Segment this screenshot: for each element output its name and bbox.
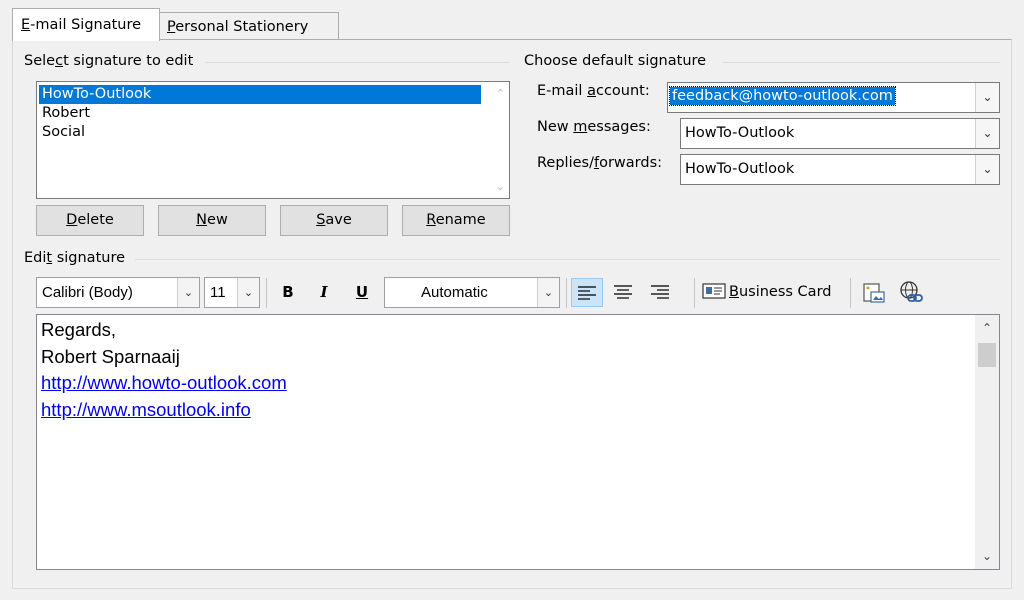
email-account-label: E-mail account: bbox=[537, 83, 650, 99]
label-accesskey: m bbox=[573, 119, 588, 135]
toolbar-separator bbox=[850, 278, 851, 308]
tab-label-accesskey: E bbox=[21, 17, 31, 33]
label-accesskey: a bbox=[587, 83, 596, 99]
button-accesskey: D bbox=[66, 212, 78, 228]
button-accesskey: R bbox=[426, 212, 436, 228]
group-divider bbox=[722, 62, 1000, 63]
tab-label: -mail Signature bbox=[30, 17, 142, 33]
chevron-down-icon[interactable]: ⌄ bbox=[975, 83, 999, 112]
button-accesskey: N bbox=[196, 212, 208, 228]
label-text: essages: bbox=[587, 119, 651, 135]
new-button[interactable]: New bbox=[158, 205, 266, 236]
font-value: Calibri (Body) bbox=[42, 284, 133, 301]
signature-list[interactable]: HowTo-Outlook Robert Social ⌃ ⌄ bbox=[36, 81, 510, 199]
font-color-select[interactable]: Automatic ⌄ bbox=[384, 277, 560, 308]
signature-item-robert[interactable]: Robert bbox=[39, 104, 93, 123]
align-center-icon bbox=[614, 285, 632, 299]
label-text: ccount: bbox=[595, 83, 650, 99]
heading-accesskey: c bbox=[55, 53, 64, 69]
email-account-value: feedback@howto-outlook.com bbox=[669, 86, 896, 106]
group-divider bbox=[205, 62, 510, 63]
font-size-value: 11 bbox=[210, 284, 226, 301]
scroll-down-icon[interactable]: ⌄ bbox=[496, 180, 505, 193]
scrollbar-thumb[interactable] bbox=[978, 343, 996, 367]
signature-item-social[interactable]: Social bbox=[39, 123, 88, 142]
email-account-select[interactable]: feedback@howto-outlook.com ⌄ bbox=[667, 82, 1000, 113]
new-messages-label: New messages: bbox=[537, 119, 651, 135]
replies-forwards-label: Replies/forwards: bbox=[537, 155, 662, 171]
group-divider bbox=[135, 259, 1000, 260]
font-select[interactable]: Calibri (Body) ⌄ bbox=[36, 277, 200, 308]
hyperlink-icon bbox=[900, 281, 923, 302]
format-toolbar: Calibri (Body) ⌄ 11 ⌄ B I U Automatic ⌄ … bbox=[36, 277, 936, 309]
font-color-value: Automatic bbox=[421, 284, 488, 301]
label-text: E-mail bbox=[537, 83, 588, 99]
signature-item-howto-outlook[interactable]: HowTo-Outlook bbox=[39, 85, 481, 104]
chevron-down-icon[interactable]: ⌄ bbox=[237, 278, 259, 307]
new-messages-select[interactable]: HowTo-Outlook ⌄ bbox=[680, 118, 1000, 149]
tab-email-signature[interactable]: E-mail Signature bbox=[12, 8, 160, 41]
insert-picture-button[interactable] bbox=[860, 278, 888, 307]
chevron-down-icon[interactable]: ⌄ bbox=[177, 278, 199, 307]
button-label: ew bbox=[207, 212, 228, 228]
editor-link-howto-outlook[interactable]: http://www.howto-outlook.com bbox=[41, 372, 287, 394]
business-card-button[interactable]: Business Card bbox=[702, 278, 842, 307]
tab-label-accesskey: P bbox=[167, 19, 176, 35]
align-right-button[interactable] bbox=[645, 278, 677, 307]
chevron-down-icon[interactable]: ⌄ bbox=[975, 545, 999, 567]
editor-line-regards: Regards, bbox=[41, 319, 117, 340]
chevron-up-icon[interactable]: ⌃ bbox=[975, 317, 999, 339]
label-text: orwards: bbox=[599, 155, 663, 171]
editor-scrollbar[interactable]: ⌃ ⌄ bbox=[975, 315, 999, 569]
tab-personal-stationery[interactable]: Personal Stationery bbox=[159, 12, 339, 40]
align-center-button[interactable] bbox=[608, 278, 640, 307]
heading-text: Edi bbox=[24, 250, 47, 266]
underline-button[interactable]: U bbox=[348, 278, 376, 307]
toolbar-separator bbox=[566, 278, 567, 308]
toolbar-separator bbox=[694, 278, 695, 308]
tab-strip: E-mail Signature Personal Stationery bbox=[12, 8, 342, 41]
edit-signature-heading: Edit signature bbox=[24, 250, 130, 266]
tab-label: ersonal Stationery bbox=[175, 19, 309, 35]
button-label: usiness Card bbox=[738, 284, 832, 300]
save-button[interactable]: Save bbox=[280, 205, 388, 236]
button-label: elete bbox=[77, 212, 114, 228]
insert-picture-icon bbox=[863, 283, 885, 303]
default-signature-heading: Choose default signature bbox=[524, 53, 711, 69]
toolbar-separator bbox=[266, 278, 267, 308]
select-signature-heading: Select signature to edit bbox=[24, 53, 198, 69]
font-size-select[interactable]: 11 ⌄ bbox=[204, 277, 260, 308]
label-text: New bbox=[537, 119, 574, 135]
align-left-icon bbox=[578, 286, 596, 300]
label-text: Replies/ bbox=[537, 155, 594, 171]
business-card-icon bbox=[702, 283, 726, 299]
rename-button[interactable]: Rename bbox=[402, 205, 510, 236]
chevron-down-icon[interactable]: ⌄ bbox=[975, 155, 999, 184]
scroll-up-icon[interactable]: ⌃ bbox=[496, 87, 505, 100]
align-left-button[interactable] bbox=[571, 278, 603, 307]
heading-text: t signature to edit bbox=[63, 53, 194, 69]
italic-button[interactable]: I bbox=[310, 278, 338, 307]
heading-text: signature bbox=[52, 250, 126, 266]
chevron-down-icon[interactable]: ⌄ bbox=[537, 278, 559, 307]
editor-link-msoutlook[interactable]: http://www.msoutlook.info bbox=[41, 399, 251, 421]
bold-button[interactable]: B bbox=[274, 278, 302, 307]
align-right-icon bbox=[651, 285, 669, 299]
replies-forwards-value: HowTo-Outlook bbox=[685, 161, 795, 177]
heading-text: Sele bbox=[24, 53, 56, 69]
button-accesskey: B bbox=[729, 284, 739, 300]
editor-line-name: Robert Sparnaaij bbox=[41, 346, 180, 367]
button-label: ave bbox=[325, 212, 352, 228]
button-label: ename bbox=[435, 212, 486, 228]
new-messages-value: HowTo-Outlook bbox=[685, 125, 795, 141]
chevron-down-icon[interactable]: ⌄ bbox=[975, 119, 999, 148]
delete-button[interactable]: Delete bbox=[36, 205, 144, 236]
insert-hyperlink-button[interactable] bbox=[896, 278, 926, 307]
signature-editor[interactable]: Regards, Robert Sparnaaij http://www.how… bbox=[36, 314, 1000, 570]
replies-forwards-select[interactable]: HowTo-Outlook ⌄ bbox=[680, 154, 1000, 185]
